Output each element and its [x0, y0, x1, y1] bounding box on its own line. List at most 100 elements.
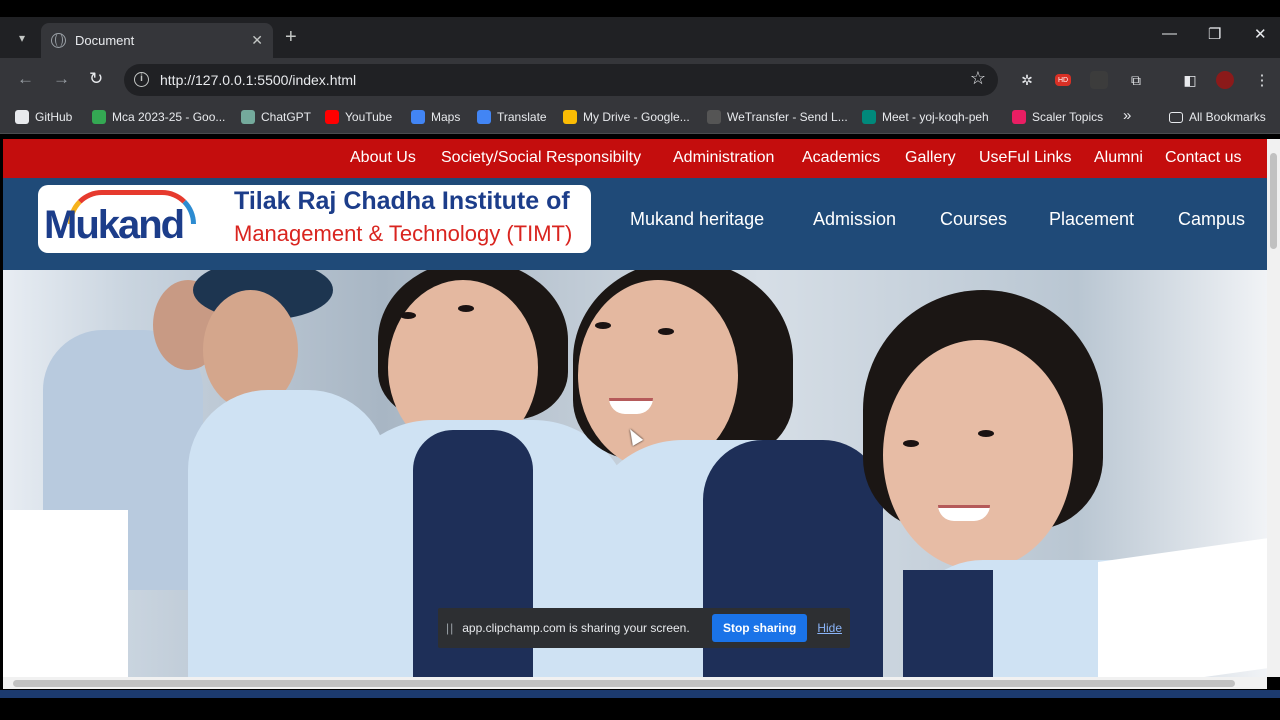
extension-icon[interactable] [1090, 71, 1108, 89]
bookmark-favicon-icon [1012, 110, 1026, 124]
back-arrow-icon[interactable]: ← [17, 69, 34, 89]
horizontal-scroll-thumb[interactable] [13, 680, 1235, 687]
bookmark-favicon-icon [477, 110, 491, 124]
vertical-scrollbar[interactable] [1267, 139, 1280, 677]
bookmark-favicon-icon [92, 110, 106, 124]
browser-tab[interactable]: Document ✕ [41, 23, 273, 58]
bookmark-label: WeTransfer - Send L... [727, 110, 848, 124]
bookmark-item[interactable]: YouTube [325, 110, 392, 124]
bookmarks-bar: GitHub Mca 2023-25 - Goo... ChatGPT YouTube… [0, 102, 1280, 134]
browser-titlebar: ▾ Document ✕ + — ❐ ✕ [0, 17, 1280, 58]
white-shape [1098, 538, 1267, 677]
bookmark-star-icon[interactable]: ☆ [970, 68, 986, 89]
bookmark-favicon-icon [707, 110, 721, 124]
forward-arrow-icon[interactable]: → [53, 69, 70, 89]
bookmark-item[interactable]: Maps [411, 110, 460, 124]
smile [938, 505, 990, 521]
stop-sharing-button[interactable]: Stop sharing [711, 614, 808, 642]
eye [458, 305, 474, 312]
institute-logo[interactable]: Mukand Tilak Raj Chadha Institute of Man… [38, 185, 591, 253]
restore-icon[interactable]: ❐ [1208, 25, 1221, 43]
new-tab-plus-icon[interactable]: + [285, 27, 297, 47]
bookmark-label: GitHub [35, 110, 73, 124]
site-info-icon[interactable]: i [134, 72, 149, 87]
bookmark-label: Mca 2023-25 - Goo... [112, 110, 226, 124]
nav-admission[interactable]: Admission [813, 209, 896, 230]
bookmark-label: Translate [497, 110, 547, 124]
bookmark-label: Scaler Topics [1032, 110, 1104, 124]
bookmark-label: Maps [431, 110, 461, 124]
nav-gallery[interactable]: Gallery [905, 149, 956, 167]
screen-share-banner: || app.clipchamp.com is sharing your scr… [438, 608, 850, 648]
bookmark-item[interactable]: ChatGPT [241, 110, 311, 124]
nav-useful-links[interactable]: UseFul Links [979, 149, 1071, 167]
tab-search-chevron-down-icon[interactable]: ▾ [9, 27, 35, 49]
bookmark-item[interactable]: Translate [477, 110, 547, 124]
extensions-puzzle-icon[interactable]: ⧉ [1127, 71, 1145, 89]
all-bookmarks-button[interactable]: All Bookmarks [1169, 110, 1266, 124]
bookmark-item[interactable]: Meet - yoj-koqh-peh [862, 110, 989, 124]
bookmark-label: Meet - yoj-koqh-peh [882, 110, 989, 124]
horizontal-scrollbar[interactable] [3, 677, 1267, 689]
bookmark-item[interactable]: My Drive - Google... [563, 110, 690, 124]
bookmark-item[interactable]: GitHub [15, 110, 72, 124]
nav-academics[interactable]: Academics [802, 149, 880, 167]
top-navigation: About Us Society/Social Responsibilty Ad… [3, 139, 1267, 178]
eye [978, 430, 994, 437]
bookmark-item[interactable]: WeTransfer - Send L... [707, 110, 848, 124]
site-header: Mukand Tilak Raj Chadha Institute of Man… [3, 178, 1267, 270]
address-bar[interactable]: i http://127.0.0.1:5500/index.html ☆ [124, 64, 998, 96]
vertical-scroll-thumb[interactable] [1270, 153, 1277, 249]
close-tab-icon[interactable]: ✕ [251, 32, 263, 49]
nav-about-us[interactable]: About Us [350, 149, 416, 167]
logo-title-line1: Tilak Raj Chadha Institute of [234, 187, 570, 215]
reload-icon[interactable]: ↻ [89, 69, 103, 89]
hide-button[interactable]: Hide [817, 621, 842, 635]
bookmark-favicon-icon [15, 110, 29, 124]
bookmark-label: My Drive - Google... [583, 110, 690, 124]
nav-courses[interactable]: Courses [940, 209, 1007, 230]
bookmark-label: ChatGPT [261, 110, 312, 124]
nav-placement[interactable]: Placement [1049, 209, 1134, 230]
bookmark-favicon-icon [241, 110, 255, 124]
taskbar [0, 690, 1280, 698]
bookmark-favicon-icon [862, 110, 876, 124]
bookmarks-overflow-icon[interactable]: » [1123, 107, 1131, 124]
url-text[interactable]: http://127.0.0.1:5500/index.html [160, 72, 356, 88]
tab-title: Document [75, 33, 135, 48]
bookmark-label: YouTube [345, 110, 393, 124]
side-panel-icon[interactable]: ◧ [1181, 71, 1199, 89]
close-window-icon[interactable]: ✕ [1254, 25, 1267, 43]
logo-title-line2: Management & Technology (TIMT) [234, 221, 573, 246]
screen: ▾ Document ✕ + — ❐ ✕ ← → ↻ i http://127.… [0, 0, 1280, 720]
bookmark-item[interactable]: Scaler Topics [1012, 110, 1103, 124]
all-bookmarks-label: All Bookmarks [1189, 110, 1266, 124]
nav-administration[interactable]: Administration [673, 149, 774, 167]
nav-campus[interactable]: Campus [1178, 209, 1245, 230]
eye [400, 312, 416, 319]
web-page: About Us Society/Social Responsibilty Ad… [3, 139, 1267, 677]
eye [595, 322, 611, 329]
nav-alumni[interactable]: Alumni [1094, 149, 1143, 167]
nav-society[interactable]: Society/Social Responsibilty [441, 149, 641, 167]
eye [903, 440, 919, 447]
nav-mukand-heritage[interactable]: Mukand heritage [630, 209, 764, 230]
minimize-icon[interactable]: — [1162, 25, 1177, 42]
extension-gear-icon[interactable]: ✲ [1018, 71, 1036, 89]
nav-contact-us[interactable]: Contact us [1165, 149, 1241, 167]
student-face [883, 340, 1073, 570]
menu-kebab-icon[interactable]: ⋮ [1253, 71, 1271, 89]
bookmark-item[interactable]: Mca 2023-25 - Goo... [92, 110, 225, 124]
share-message: app.clipchamp.com is sharing your screen… [462, 621, 690, 635]
drag-handle-icon[interactable]: || [446, 621, 454, 635]
logo-brand: Mukand [44, 203, 185, 247]
bookmark-favicon-icon [411, 110, 425, 124]
profile-avatar[interactable] [1216, 71, 1234, 89]
globe-icon [51, 33, 66, 48]
folder-icon [1169, 111, 1183, 123]
hd-extension-icon[interactable]: HD [1055, 74, 1071, 86]
browser-toolbar: ← → ↻ i http://127.0.0.1:5500/index.html… [0, 58, 1280, 102]
eye [658, 328, 674, 335]
bookmark-favicon-icon [325, 110, 339, 124]
student-vest [903, 570, 993, 677]
